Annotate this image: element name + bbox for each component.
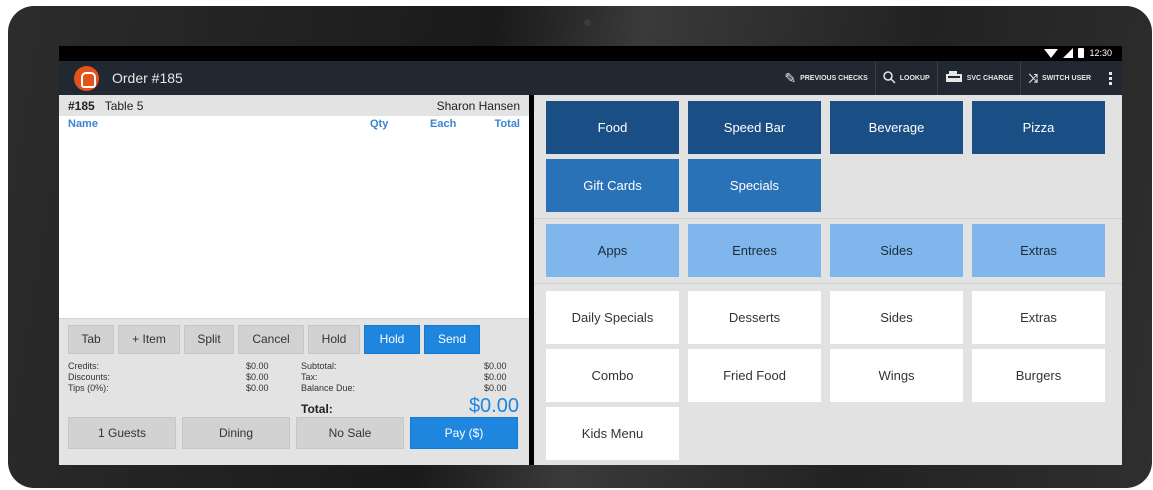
app-logo-icon[interactable] — [74, 65, 99, 91]
menu-item-sides[interactable]: Sides — [830, 291, 963, 344]
menu-item-desserts[interactable]: Desserts — [688, 291, 821, 344]
subtotal-value: $0.00 — [484, 361, 507, 371]
camera-dot — [584, 19, 591, 26]
lookup-label: LOOKUP — [899, 74, 930, 82]
app-bar: Order #185 ✎ PREVIOUS CHECKS LOOKUP SVC … — [59, 61, 1122, 95]
order-lines-list[interactable] — [59, 132, 529, 319]
total-value: $0.00 — [468, 395, 519, 417]
search-icon — [883, 70, 896, 86]
balance-due-value: $0.00 — [484, 383, 507, 393]
column-name: Name — [68, 118, 98, 130]
subcategory-entrees[interactable]: Entrees — [688, 224, 821, 277]
totals-panel: Credits: $0.00 Discounts: $0.00 Tips (0%… — [59, 359, 529, 419]
switch-user-label: SWITCH USER — [1042, 74, 1091, 82]
order-action-row: Tab + Item Split Cancel Hold Hold Send — [59, 319, 529, 359]
status-bar: 12:30 — [59, 46, 1122, 61]
order-panel: #185 Table 5 Sharon Hansen Name Qty Each… — [59, 95, 529, 465]
category-gift-cards[interactable]: Gift Cards — [546, 159, 679, 212]
discounts-label: Discounts: — [68, 372, 111, 382]
column-qty: Qty — [370, 118, 389, 130]
balance-due-label: Balance Due: — [301, 383, 356, 393]
no-sale-button[interactable]: No Sale — [296, 417, 404, 449]
split-button[interactable]: Split — [184, 324, 234, 354]
subcategory-sides[interactable]: Sides — [830, 224, 963, 277]
dining-button[interactable]: Dining — [182, 417, 290, 449]
tablet-frame: 12:30 Order #185 ✎ PREVIOUS CHECKS LOOKU… — [8, 6, 1152, 488]
lookup-button[interactable]: LOOKUP — [874, 61, 937, 95]
category-food[interactable]: Food — [546, 101, 679, 154]
column-each: Each — [430, 118, 457, 130]
subcategory-apps[interactable]: Apps — [546, 224, 679, 277]
server-name: Sharon Hansen — [436, 98, 520, 113]
discounts-value: $0.00 — [246, 372, 269, 382]
hold-send-button[interactable]: Hold — [364, 324, 420, 354]
add-item-button[interactable]: + Item — [118, 324, 180, 354]
tax-value: $0.00 — [484, 372, 507, 382]
cancel-button[interactable]: Cancel — [238, 324, 304, 354]
tab-button[interactable]: Tab — [68, 324, 114, 354]
tips-label: Tips (0%): — [68, 383, 109, 393]
column-total: Total — [494, 118, 520, 130]
menu-item-extras[interactable]: Extras — [972, 291, 1105, 344]
overflow-menu-icon[interactable] — [1098, 71, 1122, 85]
category-pizza[interactable]: Pizza — [972, 101, 1105, 154]
order-bottom-row: 1 Guests Dining No Sale Pay ($) — [68, 417, 518, 449]
total-label: Total: — [301, 402, 333, 416]
order-header: #185 Table 5 Sharon Hansen — [59, 95, 529, 116]
category-specials[interactable]: Specials — [688, 159, 821, 212]
subcategory-extras[interactable]: Extras — [972, 224, 1105, 277]
menu-item-burgers[interactable]: Burgers — [972, 349, 1105, 402]
order-title: Order #185 — [112, 70, 183, 86]
order-columns-header: Name Qty Each Total — [59, 116, 529, 132]
credits-label: Credits: — [68, 361, 100, 371]
tips-value: $0.00 — [246, 383, 269, 393]
signal-icon — [1063, 48, 1074, 58]
previous-checks-label: PREVIOUS CHECKS — [800, 74, 868, 82]
subtotal-label: Subtotal: — [301, 361, 337, 371]
menu-panel: Food Speed Bar Beverage Pizza Gift Cards… — [534, 95, 1122, 465]
menu-item-wings[interactable]: Wings — [830, 349, 963, 402]
pay-button[interactable]: Pay ($) — [410, 417, 518, 449]
category-speed-bar[interactable]: Speed Bar — [688, 101, 821, 154]
wifi-icon — [1044, 48, 1059, 58]
send-button[interactable]: Send — [424, 324, 480, 354]
shuffle-icon: ⤨ — [1028, 71, 1038, 85]
menu-item-daily-specials[interactable]: Daily Specials — [546, 291, 679, 344]
credits-value: $0.00 — [246, 361, 269, 371]
previous-checks-button[interactable]: ✎ PREVIOUS CHECKS — [777, 61, 874, 95]
category-beverage[interactable]: Beverage — [830, 101, 963, 154]
pen-icon: ✎ — [784, 70, 797, 86]
register-icon — [945, 71, 963, 85]
status-time: 12:30 — [1089, 48, 1112, 58]
switch-user-button[interactable]: ⤨ SWITCH USER — [1020, 61, 1098, 95]
table-name: Table 5 — [104, 98, 144, 113]
menu-item-fried-food[interactable]: Fried Food — [688, 349, 821, 402]
tax-label: Tax: — [301, 372, 318, 382]
order-number: #185 — [68, 98, 95, 113]
menu-item-combo[interactable]: Combo — [546, 349, 679, 402]
svc-charge-label: SVC CHARGE — [966, 74, 1014, 82]
divider — [534, 283, 1122, 284]
hold-button[interactable]: Hold — [308, 324, 360, 354]
guests-button[interactable]: 1 Guests — [68, 417, 176, 449]
divider — [534, 218, 1122, 219]
menu-item-kids-menu[interactable]: Kids Menu — [546, 407, 679, 460]
battery-icon — [1078, 48, 1085, 58]
pos-screen: 12:30 Order #185 ✎ PREVIOUS CHECKS LOOKU… — [59, 46, 1122, 465]
svc-charge-button[interactable]: SVC CHARGE — [936, 61, 1021, 95]
